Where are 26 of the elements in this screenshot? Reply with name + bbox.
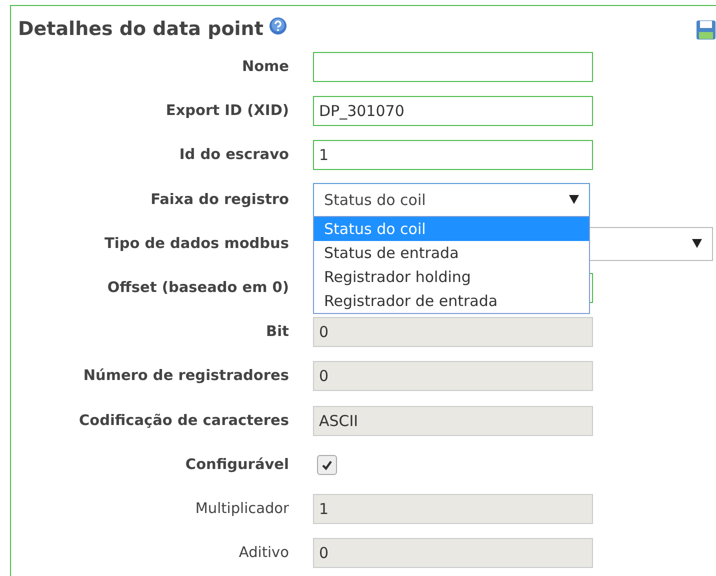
dropdown-option[interactable]: Registrador holding: [314, 264, 589, 289]
field-label: Faixa do registro: [150, 192, 290, 208]
dropdown-option[interactable]: Status de entrada: [314, 240, 589, 265]
field-label: Bit: [265, 324, 290, 340]
text-field[interactable]: 1: [313, 140, 593, 170]
panel-title: Detalhes do data point: [18, 18, 264, 40]
field-label: Id do escravo: [178, 147, 290, 164]
field-label: Tipo de dados modbus: [104, 236, 290, 252]
checkmark-icon: [321, 458, 333, 471]
field-label: Multiplicador: [194, 500, 290, 517]
save-icon[interactable]: [696, 20, 716, 40]
field-label: Número de registradores: [82, 368, 290, 384]
caret-icon: [692, 239, 702, 248]
field-label: Export ID (XID): [164, 103, 290, 120]
field-label: Codificação de caracteres: [78, 412, 290, 428]
field-label: Nome: [240, 59, 290, 75]
checkbox[interactable]: [317, 454, 337, 475]
caret-icon: [569, 195, 579, 204]
field-label: Offset (baseado em 0): [106, 280, 290, 296]
dropdown-option[interactable]: Registrador de entrada: [314, 288, 589, 313]
field-label: Aditivo: [238, 545, 290, 562]
text-field[interactable]: [313, 52, 593, 82]
dropdown-field[interactable]: Status do coil: [313, 182, 590, 217]
field-label: Configurável: [184, 456, 290, 473]
text-field[interactable]: DP_301070: [313, 96, 593, 126]
help-icon[interactable]: [269, 17, 288, 35]
